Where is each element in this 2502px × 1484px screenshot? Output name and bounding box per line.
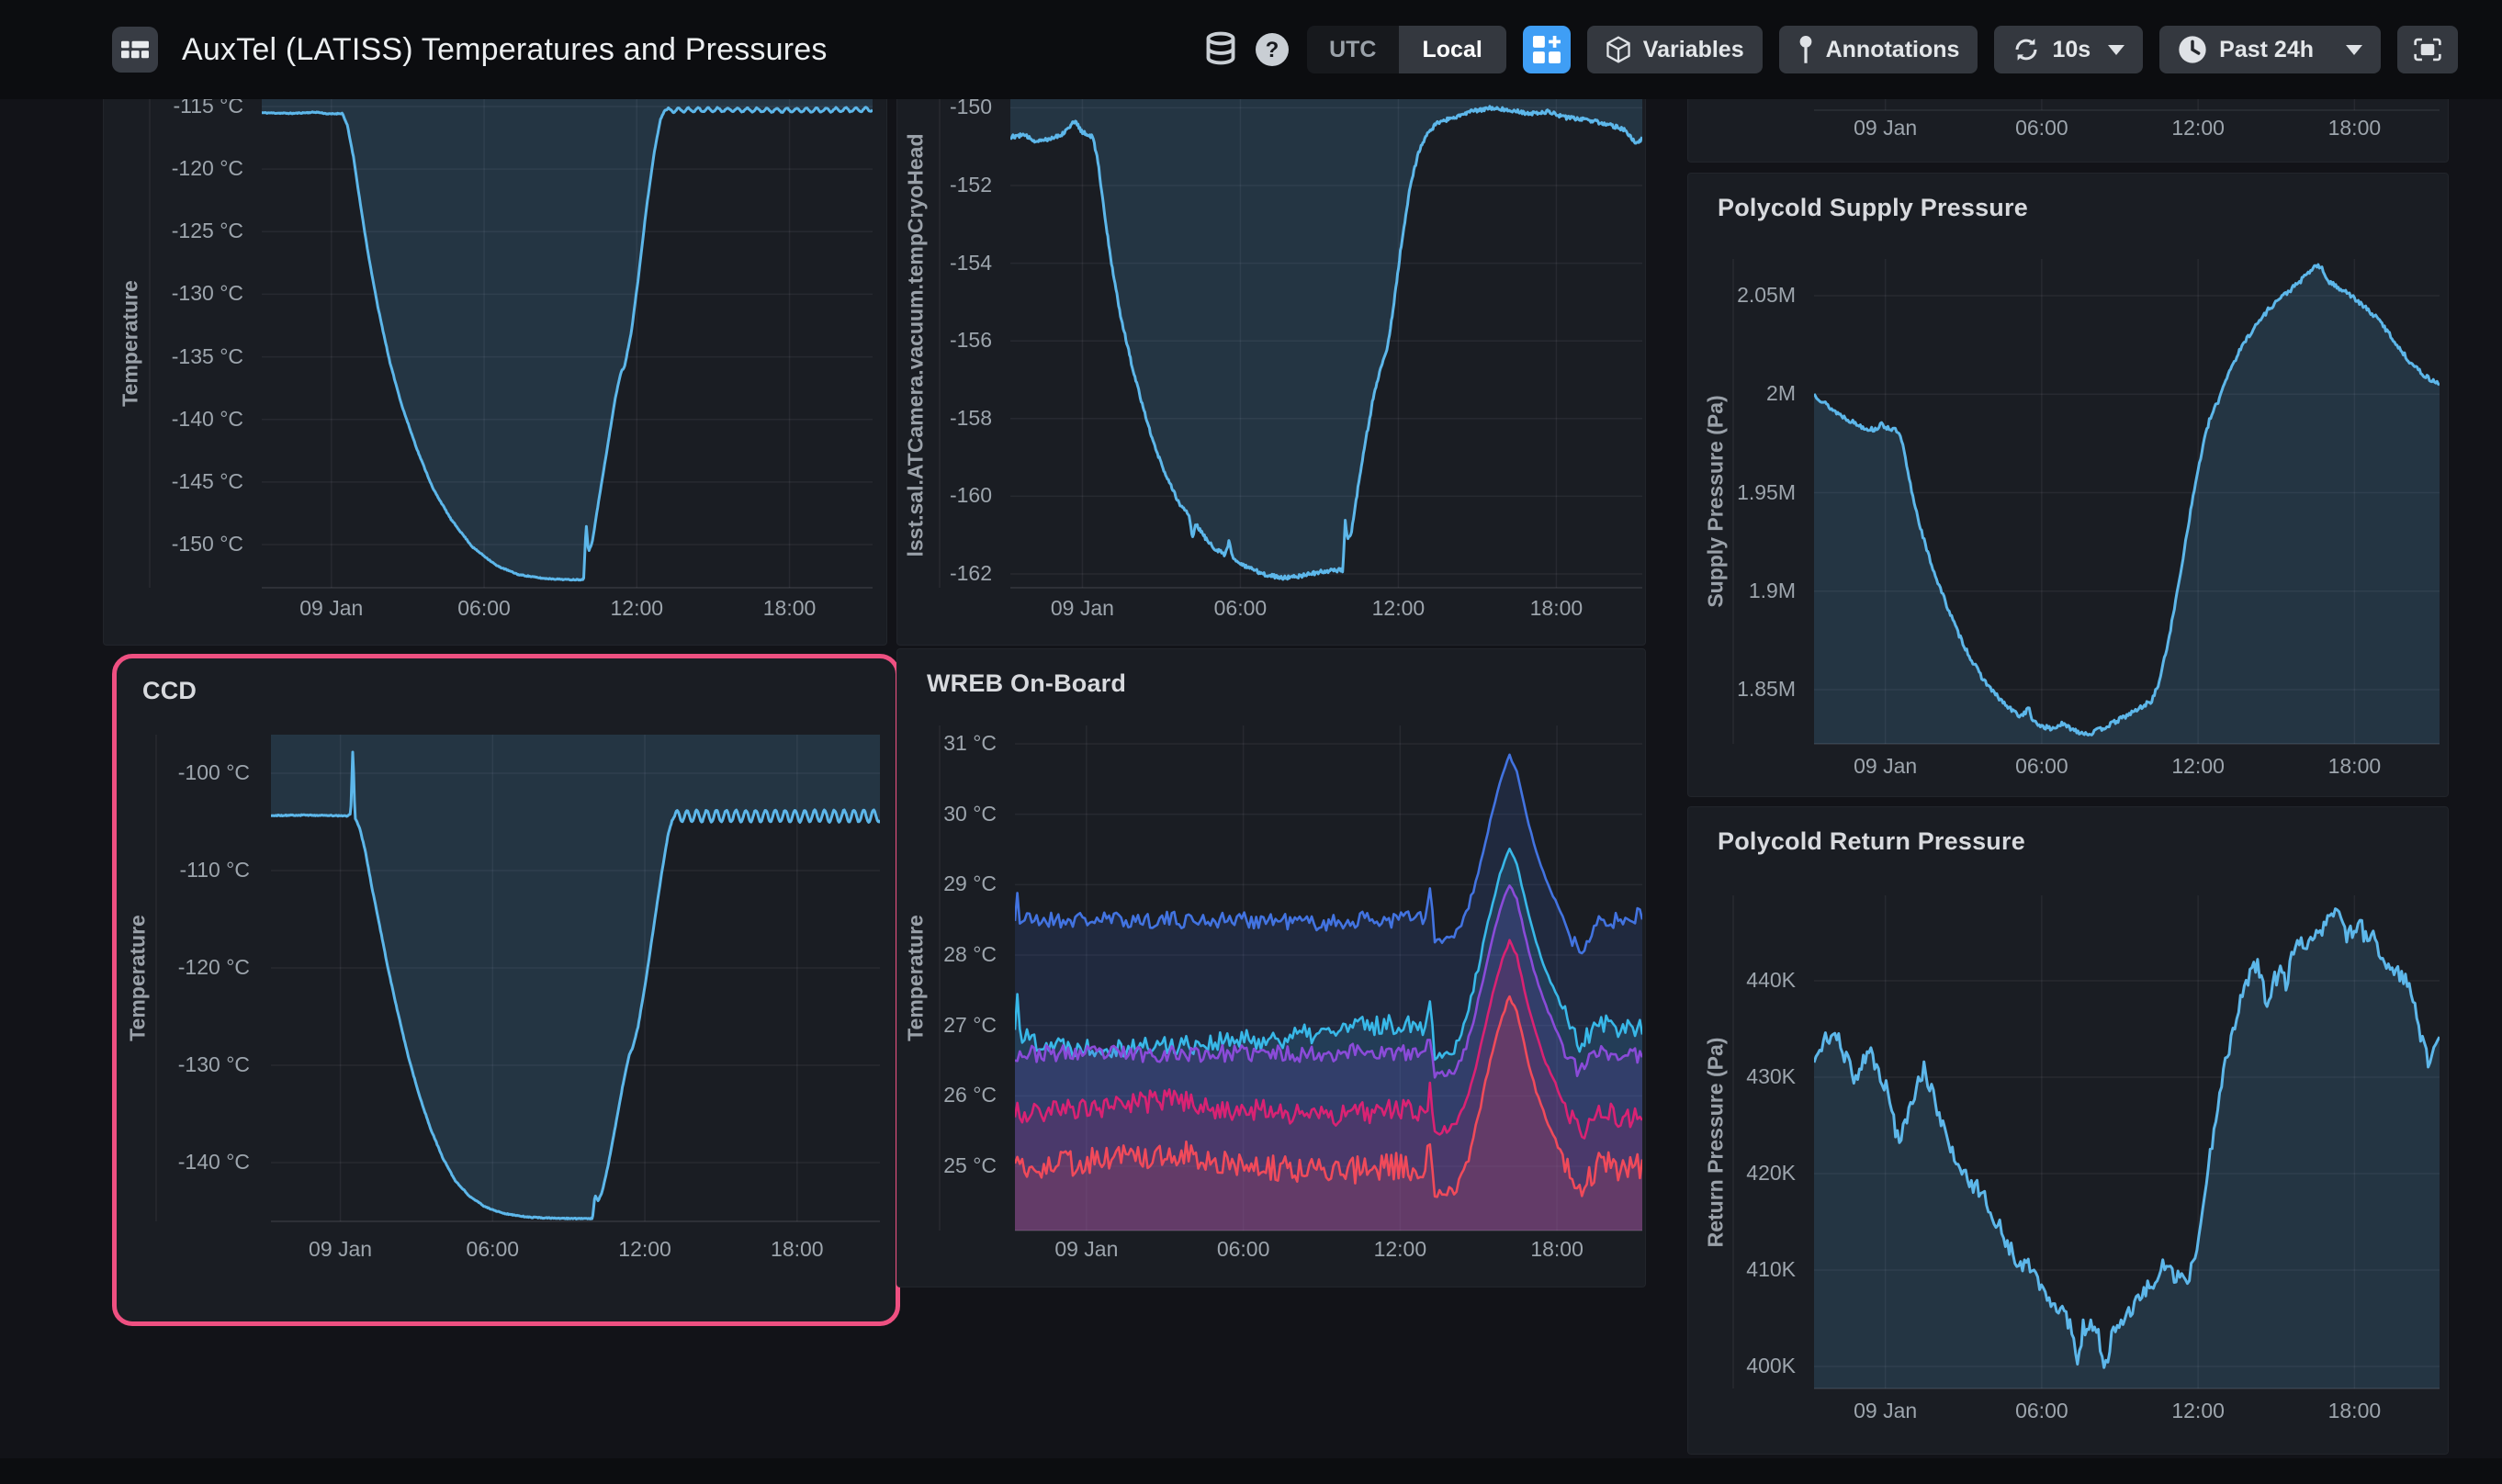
- dashboard-header: AuxTel (LATISS) Temperatures and Pressur…: [0, 0, 2502, 99]
- header-left: AuxTel (LATISS) Temperatures and Pressur…: [0, 27, 1204, 73]
- panel-polycold-supply-pressure[interactable]: Polycold Supply Pressure: [1687, 173, 2449, 797]
- panel-title[interactable]: CCD: [142, 677, 197, 705]
- clock-icon: [2178, 35, 2207, 64]
- panel-cutoff-top-right[interactable]: [1687, 96, 2449, 163]
- variables-cube-icon: [1606, 36, 1631, 63]
- variables-button[interactable]: Variables: [1587, 26, 1763, 73]
- utc-toggle-option[interactable]: UTC: [1307, 26, 1398, 73]
- panel-ccd-highlighted[interactable]: CCD: [112, 654, 900, 1326]
- dashboard-title: AuxTel (LATISS) Temperatures and Pressur…: [182, 32, 828, 68]
- local-toggle-option[interactable]: Local: [1399, 26, 1506, 73]
- panel-title[interactable]: Polycold Supply Pressure: [1718, 194, 2028, 222]
- bottom-strip: [0, 1458, 2502, 1484]
- annotations-label: Annotations: [1826, 37, 1960, 63]
- kiosk-tv-icon: [2412, 36, 2443, 63]
- panel-tempcryohead[interactable]: [896, 96, 1646, 646]
- datasource-icon[interactable]: [1204, 31, 1237, 68]
- time-range-button[interactable]: Past 24h: [2159, 26, 2381, 73]
- help-icon[interactable]: ?: [1254, 31, 1290, 68]
- grafana-dashboard: Polycold Supply Pressure CCD WREB On-Boa…: [0, 0, 2502, 1484]
- panel-temperature-cryo[interactable]: [103, 96, 887, 646]
- panel-title[interactable]: Polycold Return Pressure: [1718, 827, 2025, 856]
- dashboards-grid-button[interactable]: [112, 27, 158, 73]
- header-toolbar: ? UTC Local Variables: [1204, 26, 2502, 73]
- panel-wreb-onboard[interactable]: WREB On-Board: [896, 648, 1646, 1287]
- kiosk-mode-button[interactable]: [2397, 26, 2458, 73]
- timezone-toggle: UTC Local: [1307, 26, 1506, 73]
- add-panel-icon: [1533, 36, 1561, 63]
- annotation-pin-icon: [1798, 35, 1814, 64]
- chevron-down-icon: [2108, 45, 2124, 55]
- grid-layout-icon: [121, 40, 149, 59]
- chevron-down-icon: [2346, 45, 2362, 55]
- refresh-interval-button[interactable]: 10s: [1994, 26, 2143, 73]
- annotations-button[interactable]: Annotations: [1779, 26, 1978, 73]
- time-range-label: Past 24h: [2219, 37, 2314, 63]
- panel-polycold-return-pressure[interactable]: Polycold Return Pressure: [1687, 806, 2449, 1455]
- variables-label: Variables: [1643, 37, 1744, 63]
- refresh-interval-label: 10s: [2052, 37, 2091, 63]
- svg-text:?: ?: [1266, 38, 1279, 62]
- add-panel-button[interactable]: [1523, 26, 1571, 73]
- refresh-icon: [2012, 36, 2040, 63]
- panel-title[interactable]: WREB On-Board: [927, 669, 1126, 698]
